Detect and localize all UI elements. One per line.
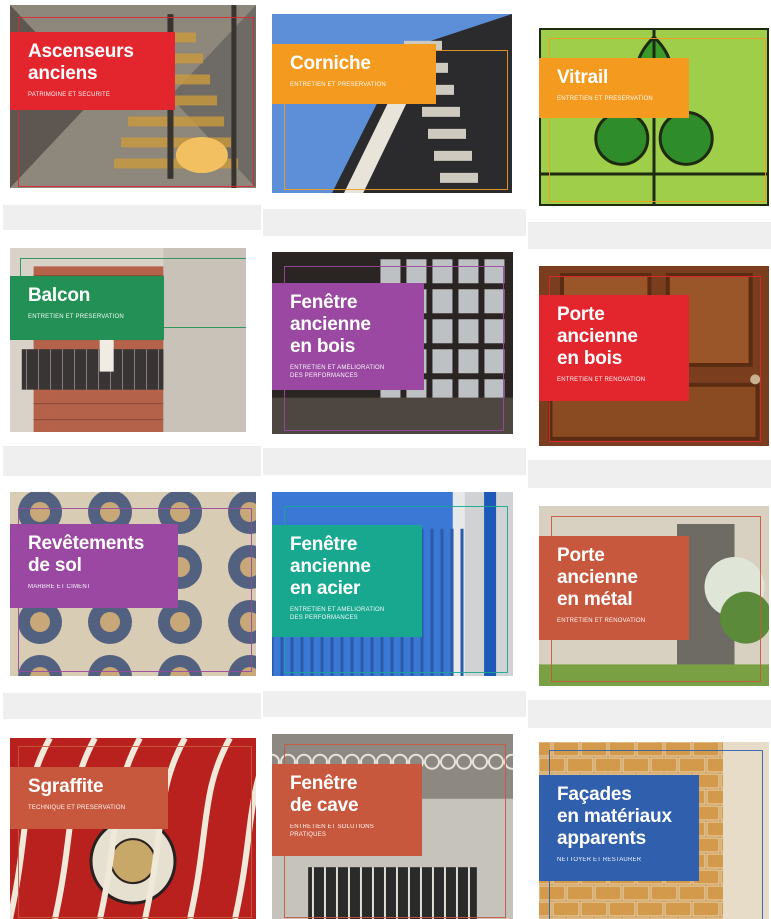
card-subtitle: Entretien et amélioration des performanc…: [290, 607, 385, 621]
card-subtitle: Entretien et rénovation: [557, 618, 646, 624]
card-caption-bar: [528, 700, 771, 728]
card-label-box: Revêtements de sol Marbre et ciment: [10, 524, 178, 608]
card-label-box: Ascenseurs anciens Patrimoine et sécurité: [10, 32, 175, 110]
card-label-box: Fenêtre de cave Entretien et solutions pr…: [272, 764, 422, 856]
card-label-box: Fenêtre ancienne en bois Entretien et amé…: [272, 283, 424, 390]
card-subtitle: Patrimoine et sécurité: [28, 92, 111, 98]
card-label-box: Fenêtre ancienne en acier Entretien et am…: [272, 525, 422, 637]
card-subtitle: Marbre et ciment: [28, 584, 91, 590]
card-title: Vitrail: [557, 67, 609, 88]
card-subtitle: Nettoyer et restaurer: [557, 857, 642, 863]
card-subtitle: Technique et préservation: [28, 805, 126, 811]
card-title: Fenêtre ancienne en bois: [290, 292, 371, 357]
card-caption-bar: [3, 205, 261, 230]
card-caption-bar: [528, 460, 771, 488]
card-title: Sgraffite: [28, 776, 104, 797]
card-title: Porte ancienne en bois: [557, 304, 638, 369]
card-label-box: Sgraffite Technique et préservation: [10, 767, 168, 829]
card-caption-bar: [263, 691, 526, 717]
card-subtitle: Entretien et préservation: [557, 96, 653, 102]
card-caption-bar: [528, 222, 771, 249]
card-title: Fenêtre de cave: [290, 773, 359, 816]
card-subtitle: Entretien et préservation: [290, 82, 386, 88]
card-label-box: Porte ancienne en métal Entretien et réno…: [539, 536, 689, 640]
card-title: Façades en matériaux apparents: [557, 784, 672, 849]
card-title: Balcon: [28, 285, 91, 306]
card-caption-bar: [263, 448, 526, 475]
card-title: Revêtements de sol: [28, 533, 145, 576]
card-label-box: Façades en matériaux apparents Nettoyer e…: [539, 775, 699, 881]
card-label-box: Corniche Entretien et préservation: [272, 44, 436, 104]
card-label-box: Balcon Entretien et préservation: [10, 276, 164, 340]
card-title: Porte ancienne en métal: [557, 545, 638, 610]
card-title: Corniche: [290, 53, 371, 74]
card-caption-bar: [3, 446, 261, 476]
card-subtitle: Entretien et rénovation: [557, 377, 646, 383]
card-caption-bar: [3, 693, 261, 719]
card-caption-bar: [263, 209, 526, 236]
card-label-box: Vitrail Entretien et préservation: [539, 58, 689, 118]
card-label-box: Porte ancienne en bois Entretien et rénov…: [539, 295, 689, 401]
card-subtitle: Entretien et solutions pratiques: [290, 824, 374, 838]
card-subtitle: Entretien et amélioration des performanc…: [290, 365, 385, 379]
card-title: Fenêtre ancienne en acier: [290, 534, 371, 599]
brochure-grid: Ascenseurs anciens Patrimoine et sécurité…: [0, 0, 771, 919]
card-title: Ascenseurs anciens: [28, 41, 134, 84]
card-subtitle: Entretien et préservation: [28, 314, 124, 320]
